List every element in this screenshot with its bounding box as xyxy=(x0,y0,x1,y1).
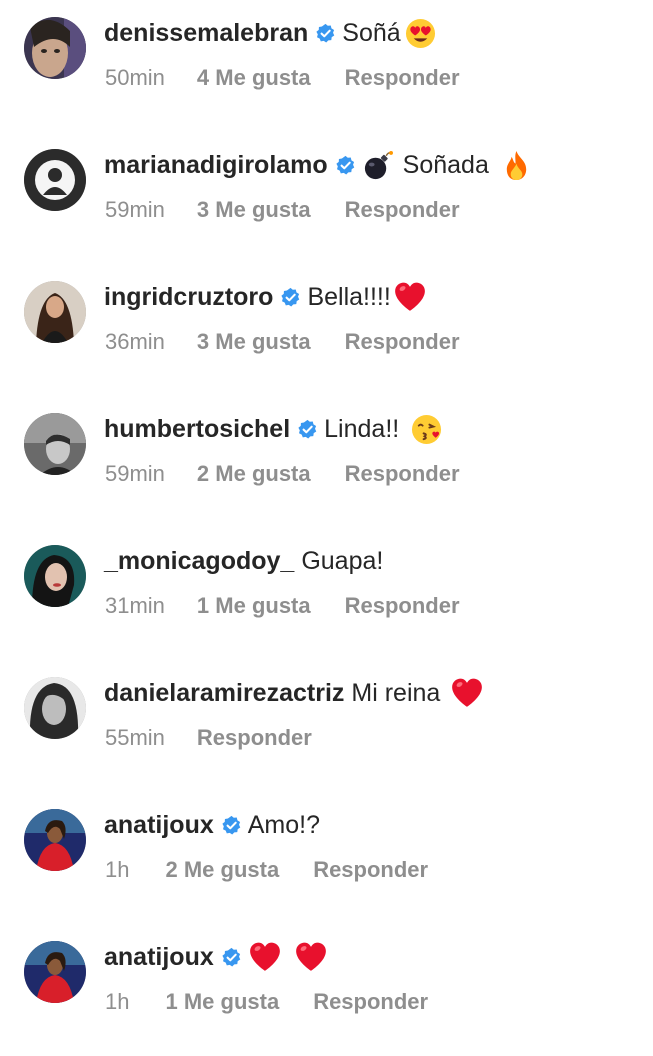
comment-item: denissemalebran Soñá 50min 4 Me gusta Re… xyxy=(0,0,653,132)
comment-header: humbertosichel Linda!! xyxy=(104,412,442,446)
comment-text: Bella!!!! xyxy=(307,283,391,311)
comment-header: ingridcruztoro Bella!!!! xyxy=(104,280,427,314)
verified-badge-icon xyxy=(221,947,242,968)
comment-header: danielaramirezactriz Mi reina xyxy=(104,676,484,710)
avatar[interactable] xyxy=(24,17,86,79)
avatar[interactable] xyxy=(24,281,86,343)
comment-likes[interactable]: 2 Me gusta xyxy=(165,856,279,884)
comment-header: denissemalebran Soñá xyxy=(104,16,436,50)
comment-text: Amo!? xyxy=(247,811,321,839)
comment-meta: 1h 1 Me gusta Responder xyxy=(105,988,428,1016)
heart-eyes-face-icon xyxy=(405,18,436,49)
comment-text: Mi reina xyxy=(351,679,441,707)
comment-meta: 31min 1 Me gusta Responder xyxy=(105,592,460,620)
reply-button[interactable]: Responder xyxy=(313,988,428,1016)
fire-icon xyxy=(501,150,532,181)
comment-likes[interactable]: 3 Me gusta xyxy=(197,328,311,356)
red-heart-icon xyxy=(450,676,484,710)
comment-item: danielaramirezactriz Mi reina 55min Resp… xyxy=(0,660,653,792)
comment-likes[interactable]: 2 Me gusta xyxy=(197,460,311,488)
comment-item: anatijoux Amo!? 1h 2 Me gusta Responder xyxy=(0,792,653,924)
comment-time: 36min xyxy=(105,329,165,354)
comment-time: 50min xyxy=(105,65,165,90)
comment-time: 1h xyxy=(105,989,130,1014)
verified-badge-icon xyxy=(221,815,242,836)
avatar[interactable] xyxy=(24,809,86,871)
reply-button[interactable]: Responder xyxy=(345,328,460,356)
comment-username[interactable]: danielaramirezactriz xyxy=(104,676,344,710)
reply-button[interactable]: Responder xyxy=(345,64,460,92)
comment-item: ingridcruztoro Bella!!!! 36min 3 Me gust… xyxy=(0,264,653,396)
comment-header: _monicagodoy_ Guapa! xyxy=(104,544,383,578)
reply-button[interactable]: Responder xyxy=(313,856,428,884)
comment-time: 31min xyxy=(105,593,165,618)
comment-meta: 59min 3 Me gusta Responder xyxy=(105,196,460,224)
comment-text: Linda!! xyxy=(324,415,400,443)
verified-badge-icon xyxy=(297,419,318,440)
comment-likes[interactable]: 3 Me gusta xyxy=(197,196,311,224)
comment-username[interactable]: ingridcruztoro xyxy=(104,280,273,314)
comment-username[interactable]: _monicagodoy_ xyxy=(104,544,294,578)
avatar[interactable] xyxy=(24,941,86,1003)
verified-badge-icon xyxy=(280,287,301,308)
comment-text: Soñada xyxy=(402,151,489,179)
comment-username[interactable]: denissemalebran xyxy=(104,16,308,50)
bomb-icon xyxy=(362,150,393,181)
red-heart-icon xyxy=(248,940,282,974)
red-heart-icon xyxy=(294,940,328,974)
comment-item: anatijoux 1h 1 Me gusta Responder xyxy=(0,924,653,1056)
reply-button[interactable]: Responder xyxy=(345,460,460,488)
comment-time: 59min xyxy=(105,197,165,222)
red-heart-icon xyxy=(393,280,427,314)
reply-button[interactable]: Responder xyxy=(197,724,312,752)
comment-header: anatijoux Amo!? xyxy=(104,808,320,842)
comment-username[interactable]: anatijoux xyxy=(104,808,214,842)
comment-header: anatijoux xyxy=(104,940,328,974)
comment-time: 55min xyxy=(105,725,165,750)
comment-text: Guapa! xyxy=(301,547,384,575)
comment-meta: 36min 3 Me gusta Responder xyxy=(105,328,460,356)
comment-meta: 55min Responder xyxy=(105,724,312,752)
reply-button[interactable]: Responder xyxy=(345,196,460,224)
comment-time: 59min xyxy=(105,461,165,486)
comment-item: humbertosichel Linda!! 59min 2 Me gusta … xyxy=(0,396,653,528)
comment-meta: 50min 4 Me gusta Responder xyxy=(105,64,460,92)
comment-item: _monicagodoy_ Guapa! 31min 1 Me gusta Re… xyxy=(0,528,653,660)
comment-likes[interactable]: 4 Me gusta xyxy=(197,64,311,92)
comment-likes[interactable]: 1 Me gusta xyxy=(165,988,279,1016)
comment-username[interactable]: anatijoux xyxy=(104,940,214,974)
verified-badge-icon xyxy=(315,23,336,44)
comment-text: Soñá xyxy=(342,19,401,47)
comment-username[interactable]: marianadigirolamo xyxy=(104,148,328,182)
avatar[interactable] xyxy=(24,149,86,211)
comment-username[interactable]: humbertosichel xyxy=(104,412,290,446)
comment-likes[interactable]: 1 Me gusta xyxy=(197,592,311,620)
comment-item: marianadigirolamo Soñada 59min 3 Me gust… xyxy=(0,132,653,264)
comment-time: 1h xyxy=(105,857,130,882)
comment-header: marianadigirolamo Soñada xyxy=(104,148,532,182)
comment-meta: 59min 2 Me gusta Responder xyxy=(105,460,460,488)
reply-button[interactable]: Responder xyxy=(345,592,460,620)
avatar[interactable] xyxy=(24,545,86,607)
comment-meta: 1h 2 Me gusta Responder xyxy=(105,856,428,884)
verified-badge-icon xyxy=(335,155,356,176)
avatar[interactable] xyxy=(24,677,86,739)
kissing-face-icon xyxy=(411,414,442,445)
avatar[interactable] xyxy=(24,413,86,475)
